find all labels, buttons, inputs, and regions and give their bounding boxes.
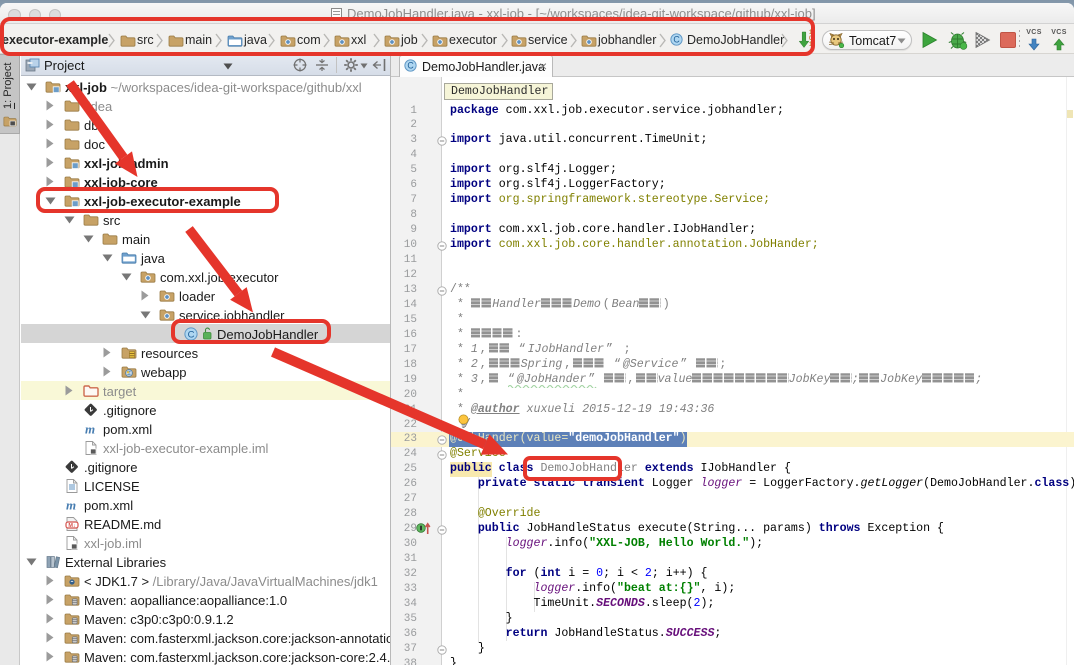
svg-text:m: m xyxy=(66,498,76,513)
svg-text:m: m xyxy=(85,422,95,437)
svg-text:M↓: M↓ xyxy=(68,523,76,529)
svg-text:C: C xyxy=(407,61,414,71)
